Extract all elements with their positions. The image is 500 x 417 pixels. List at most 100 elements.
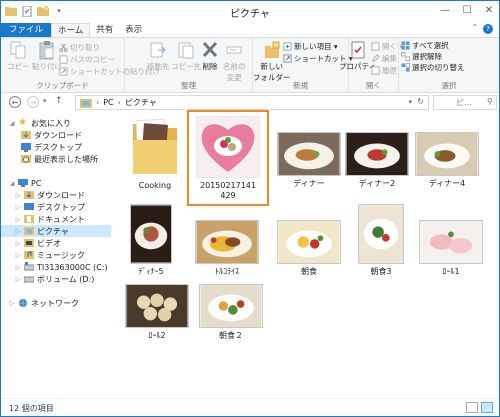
tab-view[interactable]: 表示 (119, 23, 148, 37)
folder-icon (133, 118, 177, 174)
nav-drive-d[interactable]: ▷ ボリューム (D:) (15, 273, 95, 285)
ribbon-tabs: ファイル ホーム 共有 表示 ˄ ? (1, 23, 499, 37)
rename-icon (226, 46, 242, 54)
file-item-dinner-4[interactable]: ディナー4 (409, 132, 485, 189)
new-item-button[interactable]: 新しい項目 ▾ (283, 41, 338, 52)
window-controls: — ☐ ✕ (439, 3, 495, 17)
copy-path-icon (59, 55, 68, 64)
copy-path-button[interactable]: パスのコピー (59, 54, 115, 65)
collapsed-icon[interactable]: ▷ (15, 240, 21, 247)
nav-pc-desktop[interactable]: ▷ デスクトップ (15, 201, 85, 213)
expand-icon[interactable]: ◢ (9, 120, 15, 127)
nav-documents[interactable]: ▷ ドキュメント (15, 213, 85, 225)
file-item-dinner-5[interactable]: ﾃﾞｨﾅｰ5 (113, 204, 189, 277)
nav-desktop[interactable]: デスクトップ (21, 141, 82, 153)
breakfast-2-photo (199, 284, 263, 328)
clipboard-group: コピー 貼り付け 切り取り パスのコピー ショートカットの貼り付け クリップボー… (1, 38, 160, 92)
maximize-icon[interactable]: ☐ (461, 3, 473, 17)
paste-button[interactable]: 貼り付け (32, 40, 62, 72)
collapsed-icon[interactable]: ▷ (15, 252, 21, 259)
nav-drive-c[interactable]: ▷ TI31363000C (C:) (15, 261, 108, 273)
select-group-label: 選択 (441, 81, 457, 90)
delete-icon (202, 41, 218, 58)
star-icon: ★ (18, 117, 27, 128)
search-icon[interactable]: ⚲ (487, 97, 493, 106)
move-to-button[interactable]: 移動先 (147, 40, 170, 72)
back-icon[interactable]: ← (9, 96, 21, 108)
collapsed-icon[interactable]: ▷ (15, 204, 21, 211)
nav-favorites[interactable]: ◢ ★ お気に入り (9, 117, 71, 129)
file-item-dinner-2[interactable]: ディナー2 (339, 132, 415, 189)
nav-pc[interactable]: ◢ PC (9, 177, 42, 189)
file-item-breakfast-2[interactable]: 朝食２ (193, 284, 269, 341)
explorer-window: ▾ ピクチャ — ☐ ✕ ファイル ホーム 共有 表示 ˄ ? コピー 貼り付け (0, 0, 500, 417)
new-group-label: 新規 (293, 81, 308, 90)
tab-home[interactable]: ホーム (51, 23, 91, 37)
invert-selection-button[interactable]: 選択の切り替え (401, 62, 465, 73)
collapsed-icon[interactable]: ▷ (15, 216, 21, 223)
dinner-photo (277, 132, 341, 176)
scrollbar[interactable] (498, 112, 499, 396)
breadcrumb-pictures[interactable]: ピクチャ (125, 97, 157, 108)
nav-pc-downloads[interactable]: ▷ ダウンロード (15, 189, 85, 201)
history-icon (371, 66, 380, 75)
select-group: すべて選択 選択解除 選択の切り替え 選択 (399, 38, 499, 92)
large-icons-view-icon[interactable] (481, 402, 493, 413)
up-arrow-icon[interactable]: ↑ (55, 96, 63, 106)
nav-videos[interactable]: ▷ ビデオ (15, 237, 61, 249)
properties-icon (351, 41, 365, 59)
help-icon[interactable]: ? (483, 24, 493, 34)
collapsed-icon[interactable]: ▷ (15, 276, 21, 283)
address-bar[interactable]: › PC › ピクチャ ▾ ↻ (75, 95, 429, 110)
file-item-20150217141429[interactable]: 20150217141429 (187, 110, 269, 206)
minimize-icon[interactable]: — (439, 3, 451, 17)
nav-music[interactable]: ▷ ミュージック (15, 249, 85, 261)
collapsed-icon[interactable]: ▷ (15, 192, 21, 199)
file-item-breakfast-3[interactable]: 朝食3 (343, 204, 419, 277)
file-item-roll-2[interactable]: ﾛｰﾙ2 (119, 284, 195, 341)
select-none-icon (401, 52, 410, 61)
nav-recent[interactable]: 最近表示した場所 (21, 153, 98, 165)
tab-share[interactable]: 共有 (90, 23, 119, 37)
edit-button[interactable]: 編集 (371, 53, 397, 64)
paste-shortcut-icon (59, 67, 68, 76)
file-item-turkish-rice[interactable]: ﾄﾙｺﾗｲｽ (189, 220, 265, 277)
collapsed-icon[interactable]: ▷ (15, 228, 21, 235)
breadcrumb-pc[interactable]: PC (103, 98, 113, 107)
rename-button[interactable]: 名前の 変更 (223, 40, 246, 83)
file-item-roll-1[interactable]: ﾛｰﾙ1 (413, 220, 489, 277)
file-item-breakfast[interactable]: 朝食 (271, 220, 347, 277)
window-title: ピクチャ (230, 9, 270, 20)
recent-dropdown-icon[interactable]: ▾ (43, 97, 47, 105)
copy-button[interactable]: コピー (7, 40, 30, 72)
download-folder-icon (24, 191, 34, 199)
chevron-up-icon[interactable]: ˄ (473, 24, 478, 34)
select-all-button[interactable]: すべて選択 (401, 40, 449, 51)
cut-button[interactable]: 切り取り (59, 42, 100, 53)
delete-button[interactable]: 削除 (201, 40, 219, 72)
navigation-pane: ◢ ★ お気に入り ダウンロード デスクトップ 最近表示した場所 ◢ PC ▷ … (1, 112, 111, 396)
file-item-dinner[interactable]: ディナー (271, 132, 347, 189)
history-button[interactable]: 履歴 (371, 65, 397, 76)
select-none-button[interactable]: 選択解除 (401, 51, 442, 62)
copy-to-button[interactable]: コピー先 (171, 40, 201, 72)
tab-file[interactable]: ファイル (1, 23, 52, 37)
nav-downloads[interactable]: ダウンロード (21, 129, 82, 141)
new-folder-icon (264, 41, 280, 58)
nav-network[interactable]: ▷ ネットワーク (9, 297, 79, 309)
folder-item-cooking[interactable]: Cooking (117, 118, 193, 191)
nav-pictures[interactable]: ▷ ピクチャ (1, 225, 111, 237)
close-icon[interactable]: ✕ (483, 3, 495, 17)
refresh-icon[interactable]: ↻ (417, 97, 424, 106)
computer-icon (18, 179, 28, 187)
forward-icon[interactable]: → (27, 96, 39, 108)
address-dropdown-icon[interactable]: ▾ (408, 98, 412, 106)
turkish-rice-photo (195, 220, 259, 264)
roll-2-photo (125, 284, 189, 328)
view-switcher (466, 402, 493, 413)
details-view-icon[interactable] (466, 402, 478, 413)
expand-icon[interactable]: ◢ (9, 180, 15, 187)
pictures-folder-icon (80, 98, 92, 108)
collapsed-icon[interactable]: ▷ (15, 264, 21, 271)
collapsed-icon[interactable]: ▷ (9, 300, 15, 307)
